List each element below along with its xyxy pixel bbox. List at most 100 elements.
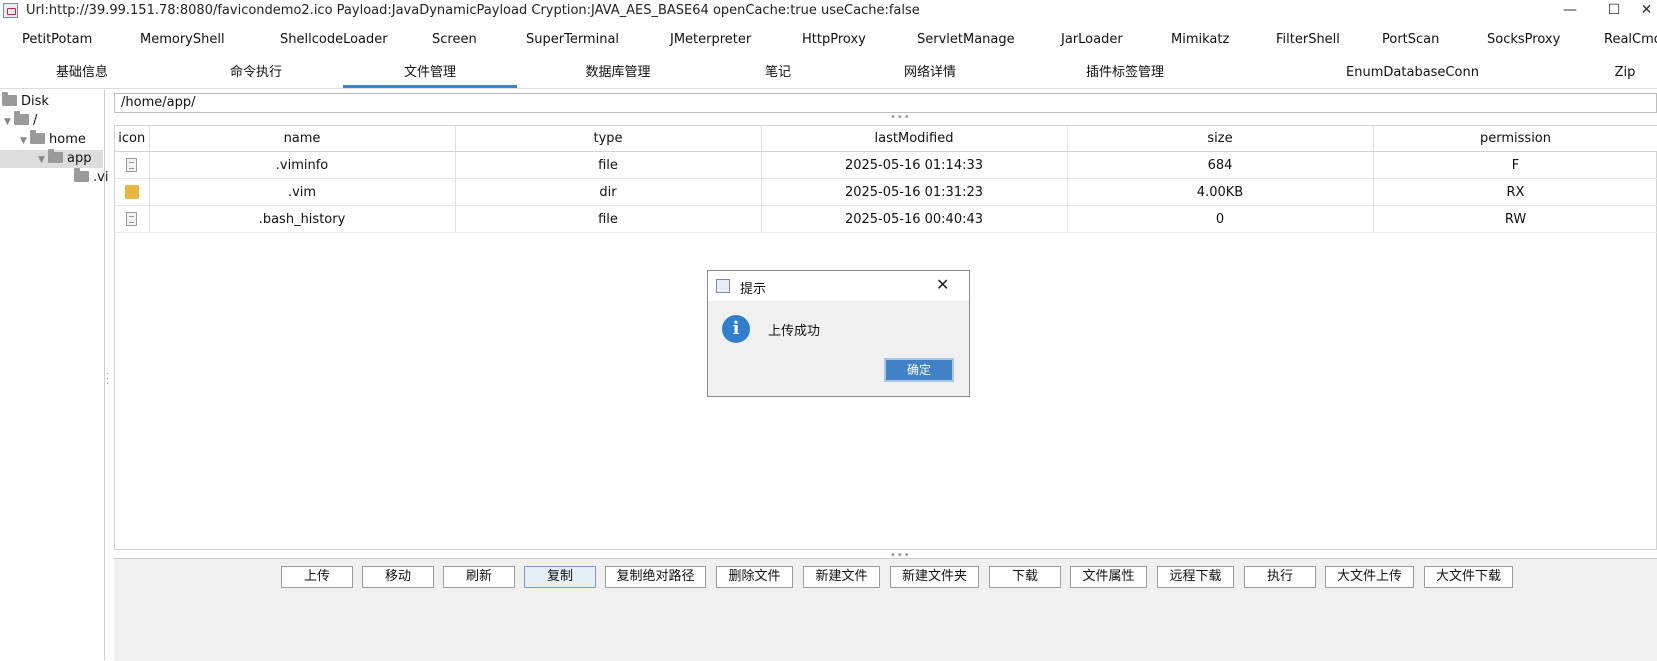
- table-header-row: icon name type lastModified size permiss…: [115, 126, 1657, 152]
- download-button[interactable]: 下载: [989, 566, 1061, 588]
- folder-icon: [2, 92, 17, 106]
- cell-type: file: [455, 205, 762, 233]
- copy-absolute-path-button[interactable]: 复制绝对路径: [605, 566, 706, 588]
- horizontal-splitter-top[interactable]: •••: [890, 112, 911, 123]
- cell-name: .vim: [149, 178, 456, 206]
- tree-node-disk[interactable]: Disk: [2, 92, 49, 111]
- folder-icon: [48, 149, 63, 163]
- path-input[interactable]: /home/app/: [114, 93, 1657, 113]
- plugin-shellcodeloader[interactable]: ShellcodeLoader: [280, 32, 388, 47]
- plugin-portscan[interactable]: PortScan: [1382, 32, 1439, 47]
- plugin-realcmd[interactable]: RealCmd: [1604, 32, 1657, 47]
- tab-database-manager[interactable]: 数据库管理: [548, 58, 688, 88]
- delete-file-button[interactable]: 删除文件: [716, 566, 793, 588]
- plugin-jmeterpreter[interactable]: JMeterpreter: [670, 32, 751, 47]
- cell-permission: RX: [1373, 178, 1657, 206]
- folder-icon: [124, 185, 139, 199]
- expand-arrow-icon[interactable]: ▼: [38, 151, 48, 169]
- cell-name: .bash_history: [149, 205, 456, 233]
- cell-size: 4.00KB: [1067, 178, 1374, 206]
- vertical-splitter[interactable]: · · ·: [106, 370, 109, 390]
- folder-icon: [74, 168, 89, 182]
- action-panel: 上传 移动 刷新 复制 复制绝对路径 删除文件 新建文件 新建文件夹 下载 文件…: [114, 558, 1657, 661]
- maximize-icon[interactable]: ☐: [1592, 0, 1636, 22]
- plugin-memoryshell[interactable]: MemoryShell: [140, 32, 225, 47]
- close-window-icon[interactable]: ✕: [1636, 0, 1657, 22]
- plugin-superterminal[interactable]: SuperTerminal: [526, 32, 619, 47]
- plugin-socksproxy[interactable]: SocksProxy: [1487, 32, 1560, 47]
- column-header-name[interactable]: name: [149, 126, 456, 152]
- large-file-download-button[interactable]: 大文件下载: [1424, 566, 1513, 588]
- tree-node-home[interactable]: ▼ home: [20, 130, 86, 150]
- plugin-filtershell[interactable]: FilterShell: [1276, 32, 1340, 47]
- cell-type: dir: [455, 178, 762, 206]
- cell-lastmodified: 2025-05-16 01:31:23: [761, 178, 1068, 206]
- plugin-screen[interactable]: Screen: [432, 32, 477, 47]
- tree-label: .vi: [93, 170, 109, 185]
- cell-size: 0: [1067, 205, 1374, 233]
- tree-node-vim[interactable]: .vi: [74, 168, 109, 187]
- window-title: Url:http://39.99.151.78:8080/favicondemo…: [26, 3, 920, 18]
- plugin-petitpotam[interactable]: PetitPotam: [22, 32, 92, 47]
- refresh-button[interactable]: 刷新: [443, 566, 515, 588]
- table-row[interactable]: .vim dir 2025-05-16 01:31:23 4.00KB RX: [115, 178, 1657, 206]
- tree-node-root[interactable]: ▼ /: [4, 111, 38, 131]
- window-titlebar: Url:http://39.99.151.78:8080/favicondemo…: [0, 0, 1657, 22]
- ok-button[interactable]: 确定: [884, 358, 954, 382]
- column-header-permission[interactable]: permission: [1373, 126, 1657, 152]
- tab-zip[interactable]: Zip: [1600, 58, 1650, 88]
- new-folder-button[interactable]: 新建文件夹: [890, 566, 979, 588]
- tab-file-manager[interactable]: 文件管理: [343, 58, 517, 88]
- minimize-icon[interactable]: —: [1548, 0, 1592, 22]
- file-icon: [126, 212, 138, 226]
- upload-button[interactable]: 上传: [281, 566, 353, 588]
- expand-arrow-icon[interactable]: ▼: [20, 132, 30, 150]
- tree-label: /: [33, 113, 38, 128]
- tab-basic-info[interactable]: 基础信息: [20, 58, 144, 88]
- tree-label: Disk: [21, 94, 49, 109]
- expand-arrow-icon[interactable]: ▼: [4, 113, 14, 131]
- cell-lastmodified: 2025-05-16 01:14:33: [761, 151, 1068, 179]
- cell-lastmodified: 2025-05-16 00:40:43: [761, 205, 1068, 233]
- cell-permission: F: [1373, 151, 1657, 179]
- close-icon[interactable]: ✕: [936, 275, 949, 294]
- tab-notes[interactable]: 笔记: [738, 58, 818, 88]
- cell-size: 684: [1067, 151, 1374, 179]
- folder-icon: [30, 130, 45, 144]
- tab-network-details[interactable]: 网络详情: [870, 58, 990, 88]
- column-header-type[interactable]: type: [455, 126, 762, 152]
- folder-icon: [14, 111, 29, 125]
- plugin-servletmanage[interactable]: ServletManage: [917, 32, 1015, 47]
- remote-download-button[interactable]: 远程下载: [1157, 566, 1234, 588]
- app-icon: [3, 3, 18, 18]
- column-header-size[interactable]: size: [1067, 126, 1374, 152]
- plugin-jarloader[interactable]: JarLoader: [1061, 32, 1123, 47]
- cell-type: file: [455, 151, 762, 179]
- info-icon: i: [722, 315, 750, 343]
- large-file-upload-button[interactable]: 大文件上传: [1325, 566, 1414, 588]
- plugin-mimikatz[interactable]: Mimikatz: [1171, 32, 1229, 47]
- dialog-titlebar: 提示 ✕: [708, 271, 969, 301]
- tab-plugin-tags[interactable]: 插件标签管理: [1060, 58, 1190, 88]
- execute-button[interactable]: 执行: [1244, 566, 1316, 588]
- message-dialog: 提示 ✕ i 上传成功 确定: [707, 270, 970, 397]
- column-header-icon[interactable]: icon: [115, 126, 150, 152]
- copy-button[interactable]: 复制: [524, 566, 596, 588]
- new-file-button[interactable]: 新建文件: [803, 566, 880, 588]
- cell-permission: RW: [1373, 205, 1657, 233]
- tab-enumdatabaseconn[interactable]: EnumDatabaseConn: [1330, 58, 1495, 88]
- tree-label: app: [67, 151, 92, 166]
- table-row[interactable]: .viminfo file 2025-05-16 01:14:33 684 F: [115, 151, 1657, 179]
- tree-node-app[interactable]: ▼ app: [0, 149, 103, 169]
- plugin-httpproxy[interactable]: HttpProxy: [802, 32, 866, 47]
- main-tab-bar: 基础信息 命令执行 文件管理 数据库管理 笔记 网络详情 插件标签管理 Enum…: [0, 58, 1657, 89]
- move-button[interactable]: 移动: [362, 566, 434, 588]
- java-app-icon: [716, 279, 730, 293]
- table-row[interactable]: .bash_history file 2025-05-16 00:40:43 0…: [115, 205, 1657, 233]
- file-tree: Disk ▼ / ▼ home ▼ app .vi: [0, 90, 109, 660]
- file-properties-button[interactable]: 文件属性: [1070, 566, 1147, 588]
- tree-label: home: [49, 132, 86, 147]
- column-header-lastmodified[interactable]: lastModified: [761, 126, 1068, 152]
- tab-command-exec[interactable]: 命令执行: [194, 58, 318, 88]
- plugin-bar: PetitPotam MemoryShell ShellcodeLoader S…: [0, 28, 1657, 54]
